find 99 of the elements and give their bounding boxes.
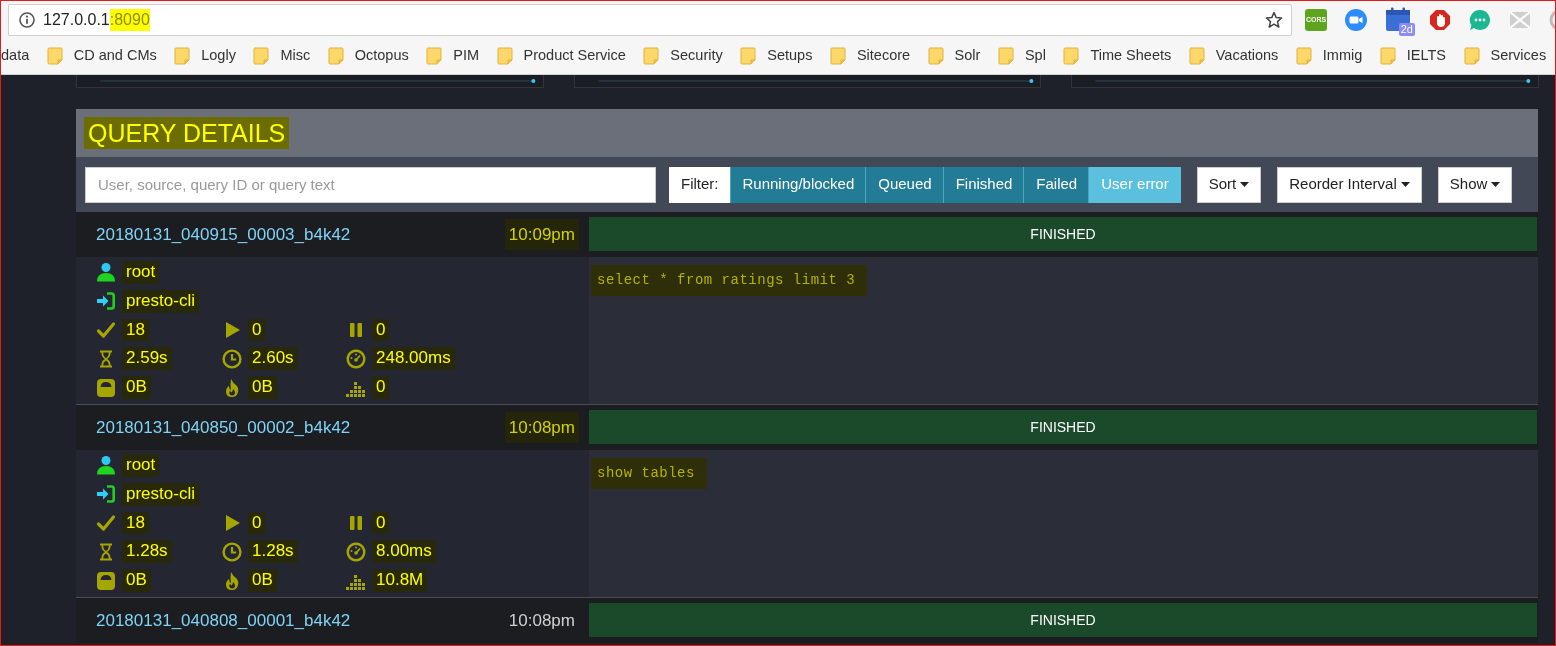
gauge-icon [346,348,366,369]
query-id-link[interactable]: 20180131_040808_00001_b4k42 [96,607,351,634]
filter-label: Filter: [669,166,731,203]
folder-icon [174,47,191,65]
url-text: 127.0.0.1:8090 [43,9,150,30]
enter-arrow-icon [96,291,116,312]
folder-icon [253,47,270,65]
gauge-icon [346,541,366,562]
folder-icon [1379,47,1396,65]
folder-icon [927,47,944,65]
bookmark-link[interactable]: CD and CMs [46,45,157,67]
stat-value: 0 [372,376,390,400]
folder-icon [1063,47,1080,65]
bookmark-link[interactable]: Product Service [496,45,626,67]
camera-icon[interactable] [1345,8,1367,31]
chat-icon[interactable] [1469,8,1491,31]
stat-value: 1.28s [122,540,172,564]
enter-arrow-icon [96,484,116,505]
stat-value: 2.60s [248,347,298,371]
filter-button[interactable]: Running/blocked [729,166,867,203]
search-field[interactable]: User, source, query ID or query text [85,166,656,203]
query-time: 10:08pm [507,609,576,632]
scale-icon [96,377,116,398]
calendar-icon[interactable] [1385,6,1411,33]
user-icon [96,262,116,283]
bookmark-link[interactable]: Spl [997,45,1046,67]
stat-value: 18 [122,318,149,342]
stat-value: 0 [372,318,390,342]
stop-hand-icon[interactable] [1429,8,1451,31]
query-text: select * from ratings limit 3 [591,265,868,296]
query-time: 10:08pm [504,411,579,444]
filter-button[interactable]: Queued [865,166,944,203]
folder-icon [1295,47,1312,65]
folder-icon [643,47,660,65]
stat-value: 0B [122,376,151,400]
status-bar: FINISHED [589,217,1537,251]
dropdown-button[interactable]: Sort [1196,166,1262,203]
stat-value: 0B [248,376,277,400]
bookmark-link[interactable]: PIM [426,45,479,67]
query-time: 10:09pm [504,218,579,251]
bookmark-link[interactable]: Time Sheets [1063,45,1172,67]
folder-icon [997,47,1014,65]
source-name: presto-cli [122,482,199,506]
bookmark-link[interactable]: Immig [1295,45,1363,67]
folder-icon [1463,47,1480,65]
caret-icon [1240,182,1250,187]
folder-icon [496,47,513,65]
dropdown-button[interactable]: Show [1437,166,1513,203]
bookmark-star-icon[interactable] [1265,10,1283,29]
filter-button[interactable]: Finished [942,166,1025,203]
bookmark-link[interactable]: Misc [253,45,311,67]
stat-value: 0 [248,511,266,535]
panel-title: QUERY DETAILS [84,116,290,150]
folder-icon [1188,47,1205,65]
bookmark-link[interactable]: Services [1463,45,1547,67]
bookmark-link[interactable]: Security [643,45,723,67]
filter-button[interactable]: Failed [1023,166,1090,203]
folder-icon [426,47,443,65]
status-bar: FINISHED [589,603,1537,637]
folder-icon [829,47,846,65]
folder-icon [46,47,63,65]
bookmark-link[interactable]: Logly [174,45,236,67]
bookmark-link[interactable]: Solr [927,45,981,67]
user-name: root [122,260,160,284]
clock-icon [222,541,242,562]
check-icon [96,320,116,340]
query-id-link[interactable]: 20180131_040915_00003_b4k42 [96,221,351,248]
dropdown-button[interactable]: Reorder Interval [1277,166,1422,203]
bookmark-link[interactable]: IELTS [1379,45,1447,67]
folder-icon [740,47,757,65]
scale-icon [96,570,116,591]
status-bar: FINISHED [589,410,1537,444]
caret-icon [1400,182,1410,187]
clock-icon [222,348,242,369]
check-icon [96,513,116,533]
bookmark-link[interactable]: Sitecore [829,45,911,67]
bookmark-link[interactable]: Octopus [327,45,409,67]
stat-value: 0 [372,511,390,535]
stat-value: 0B [122,569,151,593]
folder-icon [327,47,344,65]
stat-value: 248.00ms [372,347,455,371]
query-id-link[interactable]: 20180131_040850_00002_b4k42 [96,414,351,441]
address-bar[interactable]: 127.0.0.1:8090 [8,3,1292,36]
stat-value: 18 [122,511,149,535]
user-name: root [122,453,160,477]
stat-value: 1.28s [248,540,298,564]
stat-value: 8.00ms [372,540,436,564]
stat-value: 2.59s [122,347,172,371]
bookmark-link[interactable]: data [1,45,30,67]
query-text: show tables [591,458,707,489]
stat-value: 0 [248,318,266,342]
bookmark-link[interactable]: Setups [740,45,813,67]
stat-value: 0B [248,569,277,593]
source-name: presto-cli [122,289,199,313]
info-icon [19,11,35,28]
user-icon [96,455,116,476]
caret-icon [1491,182,1501,187]
stat-value: 10.8M [372,569,428,593]
bookmark-link[interactable]: Vacations [1188,45,1279,67]
